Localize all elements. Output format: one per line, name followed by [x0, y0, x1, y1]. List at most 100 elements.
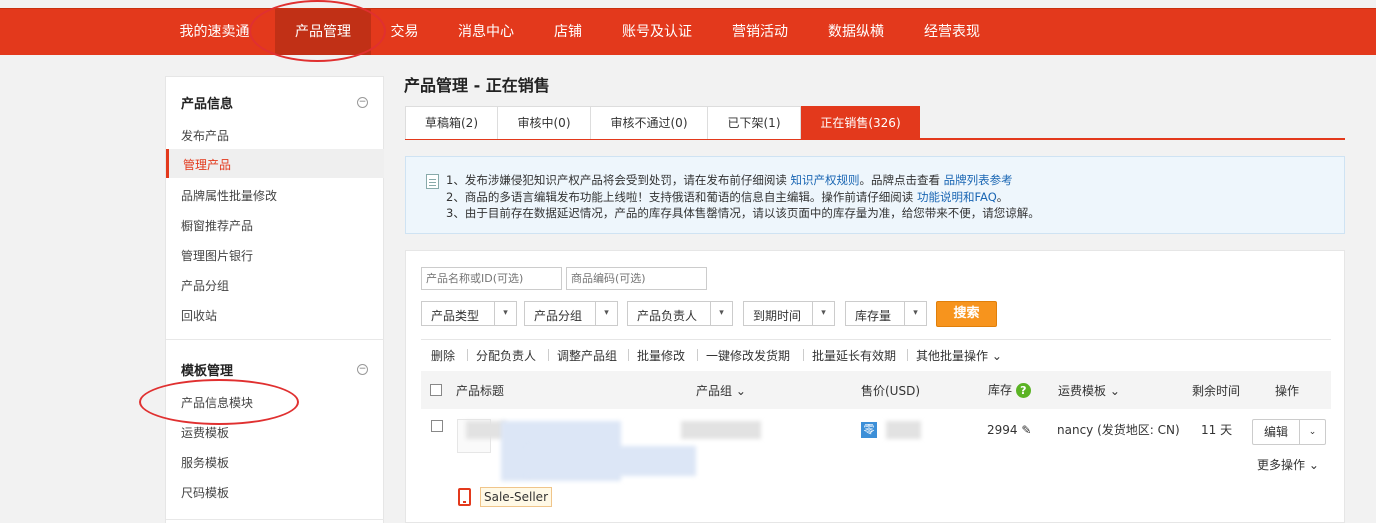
product-name-input[interactable] [421, 267, 562, 290]
batch-actions-bar: 删除 分配负责人 调整产品组 批量修改 一键修改发货期 批量延长有效期 其他批量… [421, 339, 1331, 369]
select-label: 产品类型 [431, 309, 480, 323]
select-all-checkbox[interactable] [430, 384, 442, 396]
notice-line-2: 2、商品的多语言编辑发布功能上线啦！支持俄语和葡语的信息自主编辑。操作前请仔细阅… [446, 189, 1008, 205]
nav-account[interactable]: 账号及认证 [612, 9, 702, 55]
dropdown-icon: ▾ [904, 302, 926, 325]
tab-drafts[interactable]: 草稿箱(2) [405, 106, 498, 139]
sale-seller-badge: Sale-Seller [480, 487, 553, 507]
col-remaining: 剩余时间 [1192, 384, 1241, 398]
notice-text: 。 [996, 190, 1009, 204]
sidebar-item-freight-template[interactable]: 运费模板 [181, 424, 229, 441]
sidebar: 产品信息 − 发布产品 管理产品 品牌属性批量修改 橱窗推荐产品 管理图片银行 … [165, 76, 384, 523]
col-title: 产品标题 [456, 384, 505, 398]
edit-label: 编辑 [1263, 425, 1288, 439]
sidebar-item-size-template[interactable]: 尺码模板 [181, 484, 229, 501]
stock-value[interactable]: 2994 ✎ [987, 423, 1031, 437]
ip-rules-link[interactable]: 知识产权规则 [790, 173, 859, 187]
collapse-icon[interactable]: − [357, 97, 368, 108]
redacted-price [886, 421, 921, 439]
chevron-down-icon: ⌄ [1109, 384, 1120, 398]
notice-box: 1、发布涉嫌侵犯知识产权产品将会受到处罚，请在发布前仔细阅读 知识产权规则。品牌… [405, 156, 1345, 234]
notice-text: 2、商品的多语言编辑发布功能上线啦！支持俄语和葡语的信息自主编辑。操作前请仔细阅… [446, 190, 914, 204]
tab-offline[interactable]: 已下架(1) [707, 106, 801, 139]
status-tabs: 草稿箱(2) 审核中(0) 审核不通过(0) 已下架(1) 正在销售(326) [405, 106, 1345, 140]
col-group[interactable]: 产品组 ⌄ [696, 382, 746, 399]
page-title: 产品管理 - 正在销售 [404, 76, 550, 95]
col-ops: 操作 [1275, 384, 1300, 398]
table-header: 产品标题 产品组 ⌄ 售价(USD) 库存 ? 运费模板 ⌄ 剩余时间 操作 [421, 371, 1331, 409]
nav-my-aliexpress[interactable]: 我的速卖通 [172, 9, 257, 55]
sidebar-section-title: 产品信息 [181, 97, 234, 112]
sidebar-item-product-group[interactable]: 产品分组 [181, 277, 229, 294]
assign-owner-action[interactable]: 分配负责人 [476, 347, 536, 364]
remaining-time-value: 11 天 [1201, 423, 1233, 437]
sidebar-item-publish-product[interactable]: 发布产品 [181, 127, 229, 144]
delete-action[interactable]: 删除 [431, 347, 455, 364]
dropdown-icon: ▾ [595, 302, 617, 325]
tab-rejected[interactable]: 审核不通过(0) [590, 106, 708, 139]
notice-text: 。品牌点击查看 [859, 173, 940, 187]
faq-link[interactable]: 功能说明和FAQ [917, 190, 997, 204]
pencil-icon[interactable]: ✎ [1021, 423, 1031, 437]
product-list-panel: 产品类型 ▾ 产品分组 ▾ 产品负责人 ▾ 到期时间 ▾ 库存量 ▾ 搜索 删除 分配负责… [405, 250, 1345, 523]
adjust-group-action[interactable]: 调整产品组 [557, 347, 617, 364]
batch-edit-action[interactable]: 批量修改 [637, 347, 685, 364]
dropdown-icon: ▾ [494, 302, 516, 325]
sidebar-item-brand-attr[interactable]: 品牌属性批量修改 [181, 187, 277, 204]
dropdown-icon[interactable]: ⌄ [1299, 420, 1325, 444]
chevron-down-icon: ⌄ [991, 349, 1002, 363]
sidebar-item-recycle-bin[interactable]: 回收站 [181, 307, 217, 324]
brand-list-link[interactable]: 品牌列表参考 [944, 173, 1013, 187]
stock-number: 2994 [987, 423, 1018, 437]
freight-template-value: nancy (发货地区: CN) [1057, 423, 1180, 437]
divider [628, 349, 629, 361]
divider [907, 349, 908, 361]
edit-ship-time-action[interactable]: 一键修改发货期 [706, 347, 790, 364]
col-stock: 库存 ? [988, 381, 1031, 398]
notice-text: 1、发布涉嫌侵犯知识产权产品将会受到处罚，请在发布前仔细阅读 [446, 173, 787, 187]
tab-on-sale[interactable]: 正在销售(326) [801, 106, 920, 139]
select-label: 到期时间 [753, 309, 802, 323]
nav-store[interactable]: 店铺 [544, 9, 592, 55]
tab-reviewing[interactable]: 审核中(0) [497, 106, 591, 139]
notice-line-3: 3、由于目前存在数据延迟情况，产品的库存具体售罄情况，请以该页面中的库存量为准，… [446, 206, 1040, 220]
mobile-icon [458, 488, 471, 506]
chevron-down-icon: ⌄ [1308, 458, 1319, 472]
product-group-select[interactable]: 产品分组 ▾ [524, 301, 618, 326]
sidebar-item-service-template[interactable]: 服务模板 [181, 454, 229, 471]
help-icon[interactable]: ? [1015, 383, 1031, 398]
edit-button[interactable]: 编辑 ⌄ [1252, 419, 1326, 445]
other-batch-actions[interactable]: 其他批量操作 ⌄ [916, 347, 1002, 364]
notice-line-1: 1、发布涉嫌侵犯知识产权产品将会受到处罚，请在发布前仔细阅读 知识产权规则。品牌… [446, 172, 1013, 188]
sidebar-item-window-recommend[interactable]: 橱窗推荐产品 [181, 217, 253, 234]
top-nav: 我的速卖通 产品管理 交易 消息中心 店铺 账号及认证 营销活动 数据纵横 经营… [0, 8, 1376, 55]
sidebar-item-manage-product[interactable]: 管理产品 [166, 149, 384, 178]
nav-marketing[interactable]: 营销活动 [722, 9, 798, 55]
nav-performance[interactable]: 经营表现 [914, 9, 990, 55]
select-label: 库存量 [855, 309, 892, 323]
chevron-down-icon: ⌄ [735, 384, 746, 398]
nav-trade[interactable]: 交易 [382, 9, 427, 55]
nav-message-center[interactable]: 消息中心 [448, 9, 524, 55]
redacted-title [526, 446, 696, 476]
collapse-icon[interactable]: − [357, 364, 368, 375]
more-operations[interactable]: 更多操作 ⌄ [1257, 456, 1319, 473]
select-label: 产品分组 [534, 309, 583, 323]
search-button[interactable]: 搜索 [936, 301, 997, 327]
product-type-select[interactable]: 产品类型 ▾ [421, 301, 517, 326]
product-owner-select[interactable]: 产品负责人 ▾ [627, 301, 733, 326]
annotation-circle [139, 379, 299, 425]
document-icon [426, 174, 439, 189]
sidebar-item-label: 管理产品 [183, 158, 232, 172]
row-checkbox[interactable] [431, 420, 443, 432]
extend-validity-action[interactable]: 批量延长有效期 [812, 347, 896, 364]
select-label: 产品负责人 [637, 309, 698, 323]
expiry-select[interactable]: 到期时间 ▾ [743, 301, 835, 326]
col-freight[interactable]: 运费模板 ⌄ [1058, 382, 1120, 399]
product-code-input[interactable] [566, 267, 707, 290]
dropdown-icon: ▾ [812, 302, 834, 325]
redacted-title [466, 421, 506, 439]
nav-data[interactable]: 数据纵横 [818, 9, 894, 55]
stock-select[interactable]: 库存量 ▾ [845, 301, 927, 326]
sidebar-item-image-bank[interactable]: 管理图片银行 [181, 247, 253, 264]
